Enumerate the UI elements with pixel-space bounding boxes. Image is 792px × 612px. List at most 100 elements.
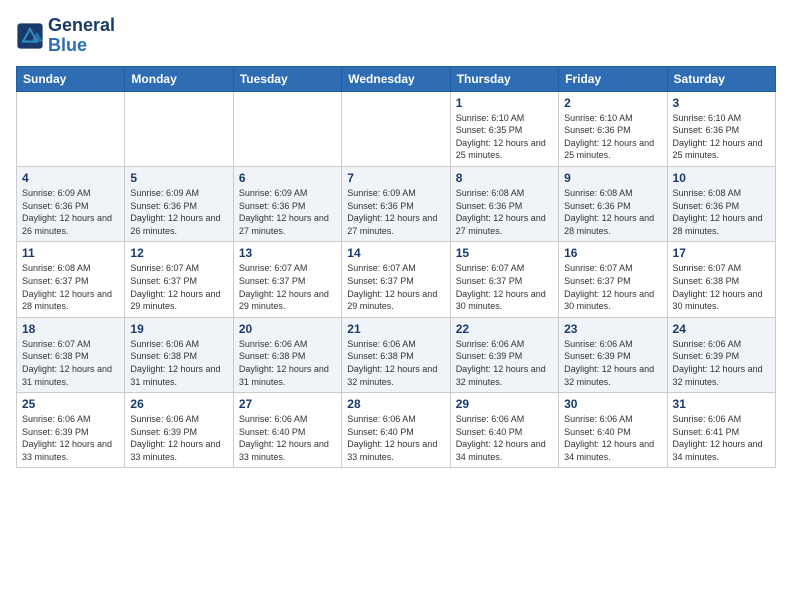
day-number: 10 <box>673 171 770 185</box>
calendar-cell: 19Sunrise: 6:06 AMSunset: 6:38 PMDayligh… <box>125 317 233 392</box>
calendar-cell: 11 Sunrise: 6:08 AMSunset: 6:37 PMDayligh… <box>17 242 125 317</box>
calendar-cell: 30 Sunrise: 6:06 AMSunset: 6:40 PMDayligh… <box>559 393 667 468</box>
day-number: 29 <box>456 397 553 411</box>
day-info: Sunrise: 6:06 AMSunset: 6:40 PMDaylight:… <box>239 413 336 463</box>
day-info: Sunrise: 6:07 AMSunset: 6:38 PMDaylight:… <box>22 338 119 388</box>
calendar-cell: 13Sunrise: 6:07 AMSunset: 6:37 PMDayligh… <box>233 242 341 317</box>
calendar-header-row: SundayMondayTuesdayWednesdayThursdayFrid… <box>17 66 776 91</box>
weekday-header: Wednesday <box>342 66 450 91</box>
weekday-header: Thursday <box>450 66 558 91</box>
day-info: Sunrise: 6:09 AMSunset: 6:36 PMDaylight:… <box>130 187 227 237</box>
calendar-cell: 31 Sunrise: 6:06 AMSunset: 6:41 PMDayligh… <box>667 393 775 468</box>
calendar-cell: 12Sunrise: 6:07 AMSunset: 6:37 PMDayligh… <box>125 242 233 317</box>
day-number: 8 <box>456 171 553 185</box>
calendar-cell: 1 Sunrise: 6:10 AMSunset: 6:35 PMDaylight… <box>450 91 558 166</box>
day-number: 12 <box>130 246 227 260</box>
day-info: Sunrise: 6:06 AMSunset: 6:41 PMDaylight:… <box>673 413 770 463</box>
calendar-cell: 8 Sunrise: 6:08 AMSunset: 6:36 PMDaylight… <box>450 166 558 241</box>
day-number: 28 <box>347 397 444 411</box>
logo-icon <box>16 22 44 50</box>
weekday-header: Tuesday <box>233 66 341 91</box>
calendar-week-row: 4 Sunrise: 6:09 AMSunset: 6:36 PMDaylight… <box>17 166 776 241</box>
day-info: Sunrise: 6:06 AMSunset: 6:39 PMDaylight:… <box>130 413 227 463</box>
calendar-cell: 17 Sunrise: 6:07 AMSunset: 6:38 PMDayligh… <box>667 242 775 317</box>
day-number: 30 <box>564 397 661 411</box>
calendar-cell: 14 Sunrise: 6:07 AMSunset: 6:37 PMDayligh… <box>342 242 450 317</box>
day-number: 14 <box>347 246 444 260</box>
day-info: Sunrise: 6:06 AMSunset: 6:39 PMDaylight:… <box>456 338 553 388</box>
calendar-cell: 22 Sunrise: 6:06 AMSunset: 6:39 PMDayligh… <box>450 317 558 392</box>
calendar-cell <box>233 91 341 166</box>
day-info: Sunrise: 6:07 AMSunset: 6:37 PMDaylight:… <box>347 262 444 312</box>
calendar-cell: 23 Sunrise: 6:06 AMSunset: 6:39 PMDayligh… <box>559 317 667 392</box>
calendar-cell: 3 Sunrise: 6:10 AMSunset: 6:36 PMDaylight… <box>667 91 775 166</box>
day-number: 5 <box>130 171 227 185</box>
day-info: Sunrise: 6:07 AMSunset: 6:37 PMDaylight:… <box>564 262 661 312</box>
day-number: 7 <box>347 171 444 185</box>
weekday-header: Sunday <box>17 66 125 91</box>
day-info: Sunrise: 6:06 AMSunset: 6:40 PMDaylight:… <box>456 413 553 463</box>
day-info: Sunrise: 6:09 AMSunset: 6:36 PMDaylight:… <box>347 187 444 237</box>
day-info: Sunrise: 6:06 AMSunset: 6:39 PMDaylight:… <box>673 338 770 388</box>
calendar-cell: 15 Sunrise: 6:07 AMSunset: 6:37 PMDayligh… <box>450 242 558 317</box>
day-number: 2 <box>564 96 661 110</box>
day-info: Sunrise: 6:06 AMSunset: 6:40 PMDaylight:… <box>347 413 444 463</box>
day-number: 31 <box>673 397 770 411</box>
calendar-cell: 25 Sunrise: 6:06 AMSunset: 6:39 PMDayligh… <box>17 393 125 468</box>
day-number: 16 <box>564 246 661 260</box>
day-info: Sunrise: 6:06 AMSunset: 6:39 PMDaylight:… <box>22 413 119 463</box>
day-info: Sunrise: 6:06 AMSunset: 6:40 PMDaylight:… <box>564 413 661 463</box>
day-number: 11 <box>22 246 119 260</box>
day-info: Sunrise: 6:06 AMSunset: 6:39 PMDaylight:… <box>564 338 661 388</box>
day-number: 1 <box>456 96 553 110</box>
day-info: Sunrise: 6:06 AMSunset: 6:38 PMDaylight:… <box>347 338 444 388</box>
day-info: Sunrise: 6:07 AMSunset: 6:38 PMDaylight:… <box>673 262 770 312</box>
page-header: General Blue <box>16 16 776 56</box>
day-info: Sunrise: 6:10 AMSunset: 6:35 PMDaylight:… <box>456 112 553 162</box>
calendar-week-row: 11 Sunrise: 6:08 AMSunset: 6:37 PMDayligh… <box>17 242 776 317</box>
weekday-header: Monday <box>125 66 233 91</box>
calendar-week-row: 1 Sunrise: 6:10 AMSunset: 6:35 PMDaylight… <box>17 91 776 166</box>
calendar-cell: 2 Sunrise: 6:10 AMSunset: 6:36 PMDaylight… <box>559 91 667 166</box>
weekday-header: Saturday <box>667 66 775 91</box>
calendar-cell: 21 Sunrise: 6:06 AMSunset: 6:38 PMDayligh… <box>342 317 450 392</box>
calendar-cell: 5 Sunrise: 6:09 AMSunset: 6:36 PMDaylight… <box>125 166 233 241</box>
day-number: 6 <box>239 171 336 185</box>
day-number: 21 <box>347 322 444 336</box>
day-number: 23 <box>564 322 661 336</box>
calendar-cell <box>17 91 125 166</box>
calendar-week-row: 25 Sunrise: 6:06 AMSunset: 6:39 PMDayligh… <box>17 393 776 468</box>
day-number: 9 <box>564 171 661 185</box>
day-number: 18 <box>22 322 119 336</box>
calendar-week-row: 18 Sunrise: 6:07 AMSunset: 6:38 PMDayligh… <box>17 317 776 392</box>
day-number: 25 <box>22 397 119 411</box>
calendar-cell: 16 Sunrise: 6:07 AMSunset: 6:37 PMDayligh… <box>559 242 667 317</box>
day-number: 22 <box>456 322 553 336</box>
calendar-cell: 18 Sunrise: 6:07 AMSunset: 6:38 PMDayligh… <box>17 317 125 392</box>
day-number: 3 <box>673 96 770 110</box>
calendar-cell: 26 Sunrise: 6:06 AMSunset: 6:39 PMDayligh… <box>125 393 233 468</box>
calendar-table: SundayMondayTuesdayWednesdayThursdayFrid… <box>16 66 776 469</box>
calendar-cell: 28 Sunrise: 6:06 AMSunset: 6:40 PMDayligh… <box>342 393 450 468</box>
calendar-cell: 9Sunrise: 6:08 AMSunset: 6:36 PMDaylight… <box>559 166 667 241</box>
logo: General Blue <box>16 16 115 56</box>
logo-text: General Blue <box>48 16 115 56</box>
day-info: Sunrise: 6:10 AMSunset: 6:36 PMDaylight:… <box>673 112 770 162</box>
day-info: Sunrise: 6:06 AMSunset: 6:38 PMDaylight:… <box>239 338 336 388</box>
day-number: 26 <box>130 397 227 411</box>
calendar-cell <box>342 91 450 166</box>
day-info: Sunrise: 6:07 AMSunset: 6:37 PMDaylight:… <box>456 262 553 312</box>
day-info: Sunrise: 6:08 AMSunset: 6:36 PMDaylight:… <box>456 187 553 237</box>
day-info: Sunrise: 6:09 AMSunset: 6:36 PMDaylight:… <box>22 187 119 237</box>
day-number: 24 <box>673 322 770 336</box>
day-info: Sunrise: 6:10 AMSunset: 6:36 PMDaylight:… <box>564 112 661 162</box>
day-number: 4 <box>22 171 119 185</box>
calendar-cell: 24 Sunrise: 6:06 AMSunset: 6:39 PMDayligh… <box>667 317 775 392</box>
day-info: Sunrise: 6:09 AMSunset: 6:36 PMDaylight:… <box>239 187 336 237</box>
day-info: Sunrise: 6:08 AMSunset: 6:36 PMDaylight:… <box>673 187 770 237</box>
day-number: 17 <box>673 246 770 260</box>
day-info: Sunrise: 6:08 AMSunset: 6:37 PMDaylight:… <box>22 262 119 312</box>
calendar-cell: 10 Sunrise: 6:08 AMSunset: 6:36 PMDayligh… <box>667 166 775 241</box>
day-info: Sunrise: 6:06 AMSunset: 6:38 PMDaylight:… <box>130 338 227 388</box>
day-number: 15 <box>456 246 553 260</box>
